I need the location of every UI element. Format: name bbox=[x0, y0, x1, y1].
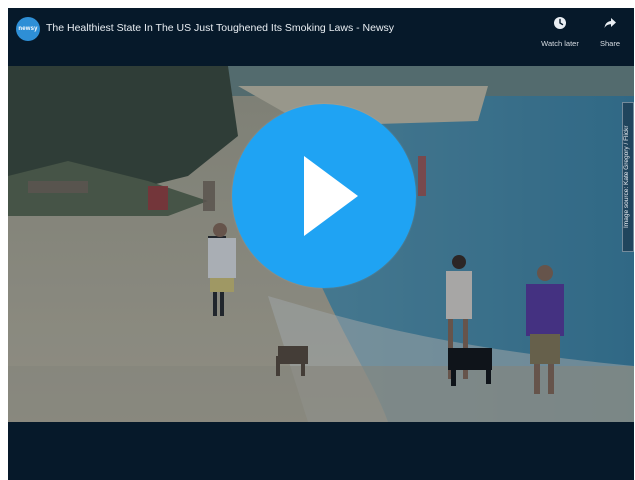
video-player[interactable]: newsy The Healthiest State In The US Jus… bbox=[8, 8, 634, 480]
share-arrow-icon bbox=[604, 18, 616, 28]
share-button[interactable]: Share bbox=[588, 16, 632, 51]
player-top-bar: newsy The Healthiest State In The US Jus… bbox=[8, 8, 634, 66]
play-icon bbox=[304, 156, 358, 236]
watch-later-label: Watch later bbox=[541, 39, 579, 48]
video-title[interactable]: The Healthiest State In The US Just Toug… bbox=[46, 22, 394, 34]
image-credit: Image source: Kate Gregory / Flickr bbox=[622, 102, 634, 252]
player-bottom-bar bbox=[8, 422, 634, 480]
channel-logo[interactable]: newsy bbox=[16, 17, 40, 41]
play-button[interactable] bbox=[232, 104, 416, 288]
watch-later-button[interactable]: Watch later bbox=[538, 16, 582, 51]
clock-icon bbox=[554, 17, 566, 29]
share-label: Share bbox=[599, 39, 620, 48]
